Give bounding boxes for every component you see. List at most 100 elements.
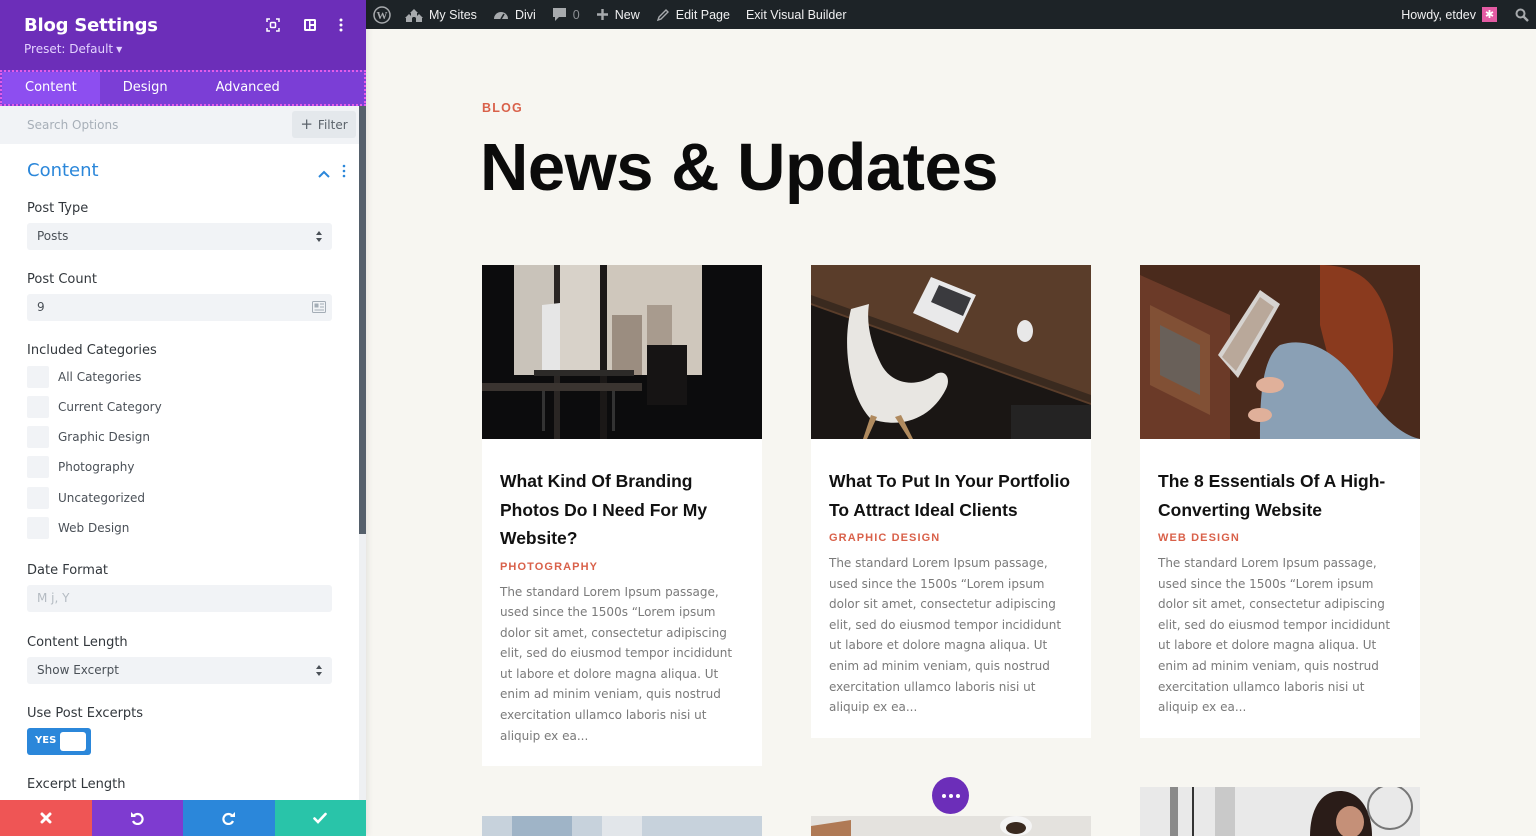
plus-icon: +	[300, 115, 313, 133]
blog-post-card: What Kind Of Branding Photos Do I Need F…	[482, 265, 762, 767]
post-excerpt: The standard Lorem Ipsum passage, used s…	[1158, 556, 1391, 715]
post-image-laptop-chair[interactable]	[811, 265, 1091, 439]
undo-icon	[131, 812, 144, 825]
category-label: Photography	[58, 460, 135, 474]
section-more-icon[interactable]	[340, 163, 348, 179]
select-arrows-icon	[316, 231, 322, 242]
toggle-knob	[60, 732, 86, 751]
dot	[941, 793, 946, 798]
checkbox[interactable]	[27, 456, 49, 478]
date-format-label: Date Format	[27, 563, 109, 578]
divi-menu[interactable]: Divi	[493, 8, 536, 22]
edit-page-label: Edit Page	[675, 7, 730, 22]
content-length-label: Content Length	[27, 635, 128, 650]
content-length-value: Show Excerpt	[37, 663, 119, 677]
page-headline: News & Updates	[480, 130, 998, 205]
tab-content[interactable]: Content	[2, 72, 100, 104]
post-image-woman-laptop[interactable]	[1140, 265, 1420, 439]
my-sites-icon	[405, 8, 423, 22]
tab-design[interactable]: Design	[100, 72, 191, 104]
check-icon	[313, 812, 328, 824]
close-icon	[40, 812, 52, 824]
post-image-partial	[811, 816, 1091, 836]
save-button[interactable]	[274, 800, 366, 836]
exit-visual-builder-link[interactable]: Exit Visual Builder	[746, 8, 847, 22]
date-format-input[interactable]: M j, Y	[27, 585, 332, 612]
post-type-select[interactable]: Posts	[27, 223, 332, 250]
split-view-icon[interactable]	[303, 18, 317, 32]
checkbox[interactable]	[27, 487, 49, 509]
content-length-select[interactable]: Show Excerpt	[27, 657, 332, 684]
checkbox[interactable]	[27, 517, 49, 539]
post-title[interactable]: The 8 Essentials Of A High-Converting We…	[1158, 467, 1402, 524]
undo-button[interactable]	[91, 800, 183, 836]
my-sites-menu[interactable]: My Sites	[405, 8, 477, 22]
redo-icon	[222, 812, 235, 825]
category-checkbox[interactable]: Uncategorized	[27, 487, 145, 509]
post-count-input[interactable]: 9	[27, 294, 332, 321]
chevron-up-icon[interactable]	[317, 165, 331, 178]
scrollbar-track	[359, 534, 366, 800]
divi-label: Divi	[514, 7, 536, 22]
blog-eyebrow: BLOG	[482, 101, 523, 115]
category-label: Current Category	[58, 400, 162, 414]
search-options-input[interactable]	[27, 118, 267, 132]
filter-button[interactable]: + Filter	[292, 111, 356, 138]
search-row: + Filter	[0, 106, 366, 144]
use-post-excerpts-toggle[interactable]: YES	[27, 728, 91, 755]
edit-page-link[interactable]: Edit Page	[656, 8, 730, 22]
my-sites-label: My Sites	[429, 7, 477, 22]
checkbox[interactable]	[27, 396, 49, 418]
search-icon[interactable]	[1515, 8, 1529, 22]
howdy-greeting[interactable]: Howdy, etdev	[1401, 8, 1476, 22]
category-label: Graphic Design	[58, 430, 150, 444]
new-content-menu[interactable]: New	[596, 8, 640, 22]
post-category[interactable]: GRAPHIC DESIGN	[829, 532, 1073, 544]
dynamic-content-icon[interactable]	[312, 301, 326, 313]
category-checkbox[interactable]: All Categories	[27, 366, 141, 388]
blog-post-card-partial[interactable]	[1140, 787, 1420, 836]
plus-icon	[596, 9, 608, 20]
dot	[955, 793, 960, 798]
checkbox[interactable]	[27, 366, 49, 388]
panel-scrollbar[interactable]	[359, 106, 366, 534]
redo-button[interactable]	[183, 800, 275, 836]
select-arrows-icon	[316, 665, 322, 676]
blog-post-card: What To Put In Your Portfolio To Attract…	[811, 265, 1091, 738]
post-title[interactable]: What Kind Of Branding Photos Do I Need F…	[500, 467, 744, 553]
more-vertical-icon[interactable]	[334, 18, 348, 32]
category-checkbox[interactable]: Graphic Design	[27, 426, 150, 448]
included-categories-label: Included Categories	[27, 343, 157, 358]
date-format-placeholder: M j, Y	[37, 591, 70, 605]
panel-title: Blog Settings	[24, 15, 158, 36]
category-label: All Categories	[58, 370, 142, 384]
blog-post-card-partial[interactable]	[811, 816, 1091, 836]
wordpress-icon: W	[373, 5, 391, 24]
category-checkbox[interactable]: Photography	[27, 456, 134, 478]
category-checkbox[interactable]: Current Category	[27, 396, 162, 418]
post-category[interactable]: WEB DESIGN	[1158, 532, 1402, 544]
blog-post-card-partial[interactable]	[482, 816, 762, 836]
comments-menu[interactable]: 0	[552, 7, 580, 22]
builder-more-button[interactable]	[932, 777, 969, 814]
dot	[948, 793, 953, 798]
preset-dropdown[interactable]: Preset: Default ▼	[24, 42, 122, 56]
post-title[interactable]: What To Put In Your Portfolio To Attract…	[829, 467, 1073, 524]
office-desk-photo	[482, 265, 762, 439]
post-count-label: Post Count	[27, 272, 97, 287]
discard-button[interactable]	[0, 800, 92, 836]
wordpress-menu[interactable]: W	[373, 5, 391, 24]
post-excerpt: The standard Lorem Ipsum passage, used s…	[500, 584, 733, 743]
focus-icon[interactable]	[266, 18, 280, 32]
post-image-office-desk[interactable]	[482, 265, 762, 439]
post-type-label: Post Type	[27, 201, 89, 216]
avatar[interactable]: ✱	[1482, 7, 1497, 22]
post-category[interactable]: PHOTOGRAPHY	[500, 561, 744, 573]
comment-icon	[552, 8, 566, 21]
new-label: New	[614, 7, 640, 22]
use-post-excerpts-label: Use Post Excerpts	[27, 706, 144, 721]
category-checkbox[interactable]: Web Design	[27, 517, 129, 539]
checkbox[interactable]	[27, 426, 49, 448]
tab-advanced[interactable]: Advanced	[191, 72, 303, 104]
wp-admin-bar: W My Sites Divi 0 New Edit Page Exit Vis…	[366, 0, 1536, 29]
